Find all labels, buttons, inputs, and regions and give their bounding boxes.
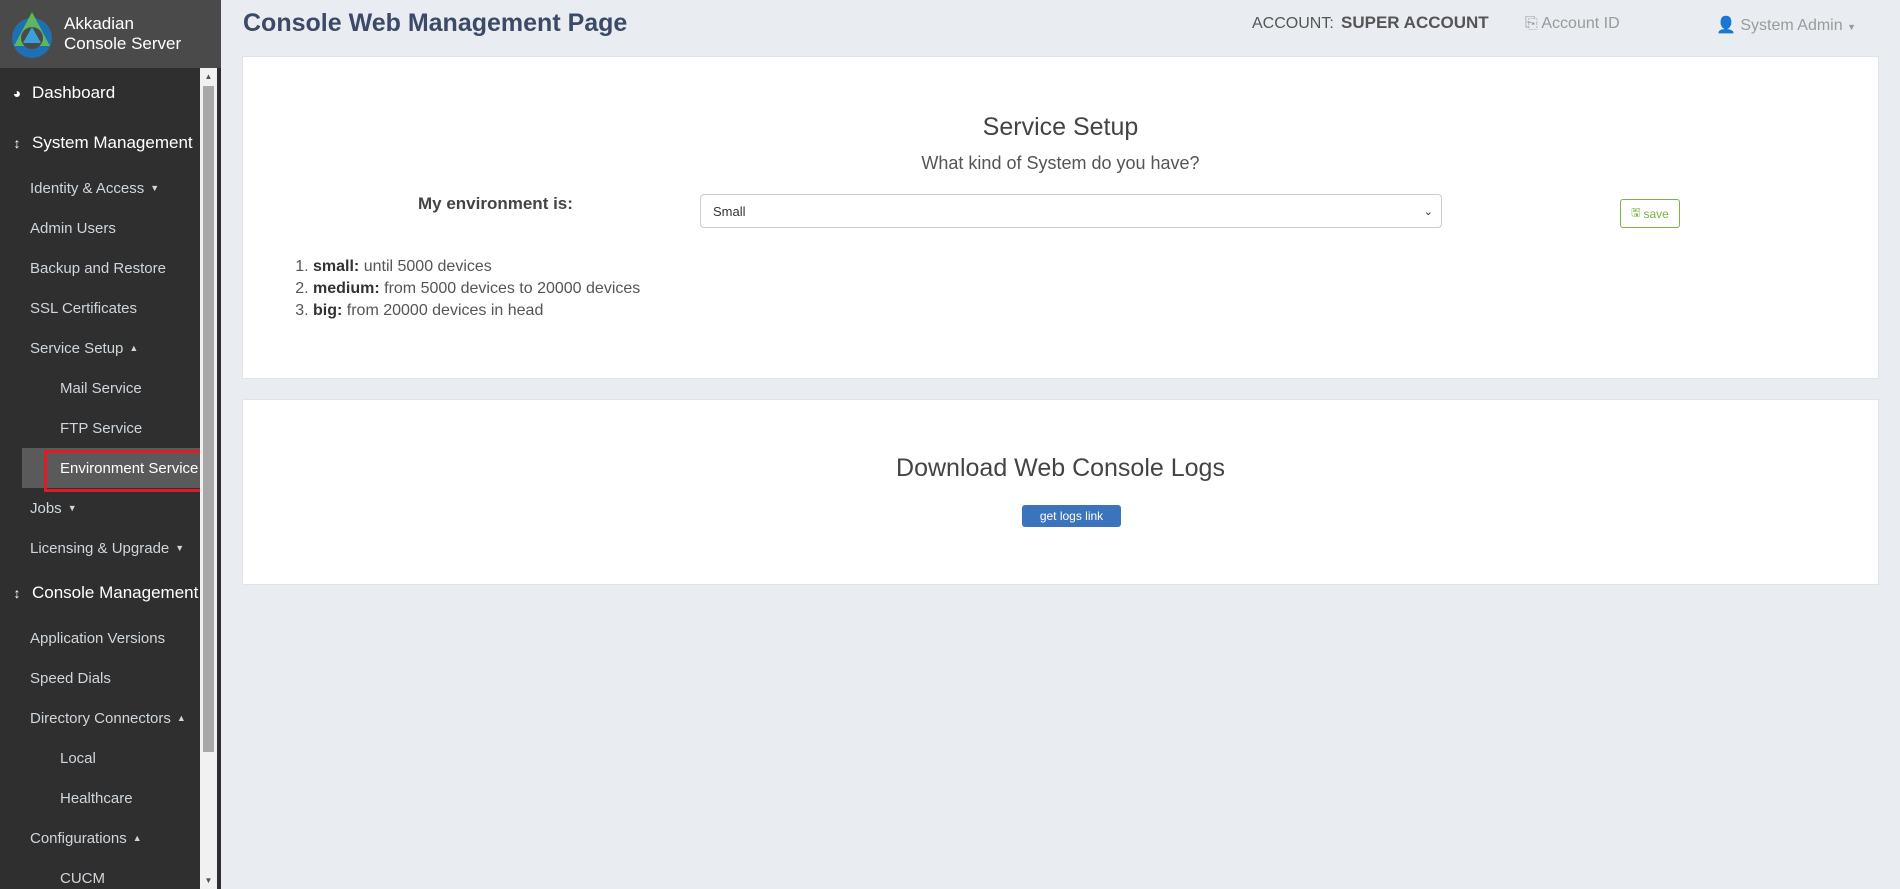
sidebar-item-local[interactable]: Local — [0, 738, 200, 778]
service-setup-panel: Service Setup What kind of System do you… — [242, 56, 1879, 379]
sidebar-item-label: Configurations — [30, 829, 127, 847]
sidebar-item-environment-service[interactable]: Environment Service — [22, 448, 200, 488]
sidebar: Akkadian Console Server ◕ Dashboard ↕ Sy… — [0, 0, 221, 889]
list-item-term: big: — [313, 302, 343, 319]
sidebar-item-label: Dashboard — [32, 83, 116, 102]
list-item-desc: from 5000 devices to 20000 devices — [379, 280, 641, 297]
sidebar-item-healthcare[interactable]: Healthcare — [0, 778, 200, 818]
dashboard-icon: ◕ — [12, 85, 22, 101]
sidebar-item-identity-access[interactable]: Identity & Access ▼ — [0, 168, 200, 208]
sidebar-nav: ◕ Dashboard ↕ System Management Identity… — [0, 68, 200, 889]
sidebar-item-label: Local — [60, 749, 96, 767]
sidebar-item-backup-restore[interactable]: Backup and Restore — [0, 248, 200, 288]
scroll-up-arrow-icon[interactable]: ▲ — [200, 68, 217, 85]
sidebar-item-service-setup[interactable]: Service Setup ▲ — [0, 328, 200, 368]
sidebar-item-console-management[interactable]: ↕ Console Management — [0, 568, 200, 618]
caret-down-icon: ▼ — [67, 503, 77, 513]
page-title: Console Web Management Page — [243, 9, 628, 37]
account-value: SUPER ACCOUNT — [1341, 13, 1489, 32]
environment-select[interactable]: Small ⌄ — [700, 194, 1442, 228]
sidebar-item-label: Mail Service — [60, 379, 142, 397]
caret-down-icon: ▼ — [1847, 22, 1857, 32]
arrows-vertical-icon: ↕ — [13, 585, 21, 601]
save-button[interactable]: 🖫 save — [1620, 199, 1680, 228]
sidebar-item-speed-dials[interactable]: Speed Dials — [0, 658, 200, 698]
sidebar-item-label: FTP Service — [60, 419, 143, 437]
sidebar-item-label: Environment Service — [60, 459, 199, 477]
sidebar-item-label: Service Setup — [30, 339, 124, 357]
sidebar-item-licensing-upgrade[interactable]: Licensing & Upgrade ▼ — [0, 528, 200, 568]
logs-panel: Download Web Console Logs get logs link — [242, 399, 1879, 585]
floppy-disk-icon: 🖫 — [1631, 207, 1641, 219]
save-label: save — [1643, 206, 1669, 221]
get-logs-link-button[interactable]: get logs link — [1022, 505, 1121, 527]
caret-down-icon: ▼ — [150, 183, 160, 193]
brand-text: Akkadian Console Server — [64, 14, 181, 54]
account-id-link[interactable]: ⎘ Account ID — [1525, 15, 1620, 33]
caret-up-icon: ▲ — [129, 343, 139, 353]
sidebar-item-mail-service[interactable]: Mail Service — [0, 368, 200, 408]
sidebar-item-label: Backup and Restore — [30, 259, 166, 277]
caret-up-icon: ▲ — [132, 833, 142, 843]
sidebar-item-configurations[interactable]: Configurations ▲ — [0, 818, 200, 858]
sidebar-item-jobs[interactable]: Jobs ▼ — [0, 488, 200, 528]
environment-label: My environment is: — [418, 194, 573, 213]
sidebar-item-ftp-service[interactable]: FTP Service — [0, 408, 200, 448]
service-setup-title: Service Setup — [982, 113, 1139, 141]
list-item-desc: until 5000 devices — [359, 258, 492, 275]
list-item: big: from 20000 devices in head — [313, 300, 640, 322]
brand-line2: Console Server — [64, 34, 182, 53]
sidebar-item-label: Speed Dials — [30, 669, 111, 687]
sidebar-item-dashboard[interactable]: ◕ Dashboard — [0, 68, 200, 118]
sidebar-item-label: Admin Users — [30, 219, 116, 237]
user-menu[interactable]: 👤 System Admin ▼ — [1716, 15, 1856, 35]
list-item-term: small: — [313, 258, 360, 275]
user-icon: 👤 — [1716, 17, 1736, 34]
sidebar-item-label: Healthcare — [60, 789, 133, 807]
sidebar-item-system-management[interactable]: ↕ System Management — [0, 118, 200, 168]
sidebar-item-label: Jobs — [30, 499, 62, 517]
sidebar-item-label: Application Versions — [30, 629, 166, 647]
sidebar-item-label: SSL Certificates — [30, 299, 137, 317]
caret-down-icon: ▼ — [175, 543, 185, 553]
sidebar-item-cucm[interactable]: CUCM — [0, 858, 200, 889]
list-item: medium: from 5000 devices to 20000 devic… — [313, 278, 640, 300]
clipboard-icon: ⎘ — [1525, 15, 1538, 32]
account-id-label: Account ID — [1541, 15, 1620, 32]
service-setup-subtitle: What kind of System do you have? — [921, 153, 1200, 173]
sidebar-item-label: System Management — [32, 133, 193, 152]
environment-select-value: Small — [713, 203, 746, 219]
sidebar-item-label: Console Management — [32, 583, 199, 602]
akkadian-logo-icon — [12, 12, 52, 58]
logs-title: Download Web Console Logs — [896, 454, 1225, 482]
environment-size-list: small: until 5000 devices medium: from 5… — [313, 256, 640, 322]
chevron-down-icon: ⌄ — [1423, 206, 1433, 218]
sidebar-item-label: Licensing & Upgrade — [30, 539, 170, 557]
account-label: ACCOUNT: — [1252, 15, 1334, 32]
sidebar-item-label: CUCM — [60, 869, 105, 887]
sidebar-item-ssl-certificates[interactable]: SSL Certificates — [0, 288, 200, 328]
sidebar-item-admin-users[interactable]: Admin Users — [0, 208, 200, 248]
user-name: System Admin — [1740, 17, 1843, 34]
sidebar-item-label: Identity & Access — [30, 179, 145, 197]
brand-line1: Akkadian — [64, 14, 134, 33]
scroll-thumb[interactable] — [203, 86, 214, 752]
sidebar-item-label: Directory Connectors — [30, 709, 171, 727]
arrows-vertical-icon: ↕ — [13, 135, 21, 151]
list-item-desc: from 20000 devices in head — [342, 302, 544, 319]
sidebar-item-directory-connectors[interactable]: Directory Connectors ▲ — [0, 698, 200, 738]
list-item-term: medium: — [313, 280, 380, 297]
list-item: small: until 5000 devices — [313, 256, 640, 278]
scroll-down-arrow-icon[interactable]: ▼ — [200, 872, 217, 889]
brand[interactable]: Akkadian Console Server — [0, 0, 221, 68]
caret-up-icon: ▲ — [176, 713, 186, 723]
sidebar-scrollbar[interactable]: ▲ ▼ — [200, 68, 217, 889]
sidebar-item-application-versions[interactable]: Application Versions — [0, 618, 200, 658]
